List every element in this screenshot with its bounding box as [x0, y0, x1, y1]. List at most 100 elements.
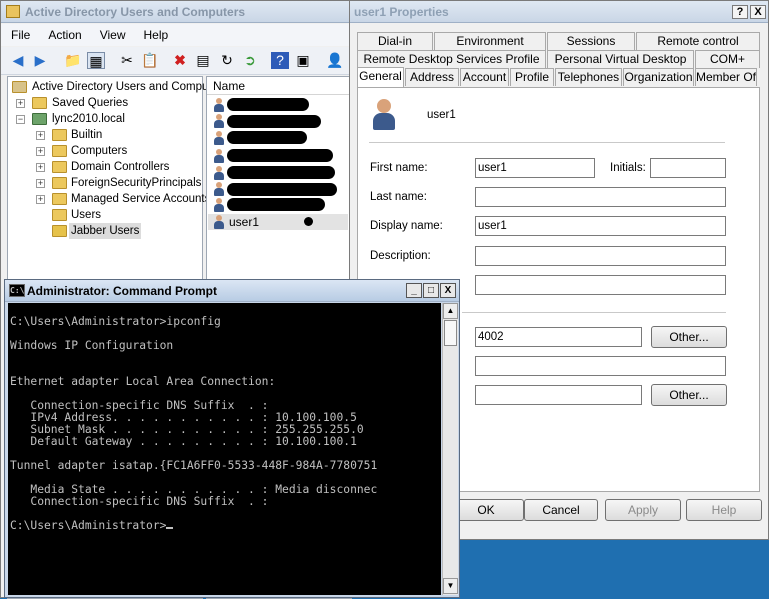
- properties-title: user1 Properties: [354, 5, 449, 19]
- refresh-icon[interactable]: ↻: [218, 52, 236, 69]
- new-user-icon[interactable]: 👤: [326, 52, 344, 69]
- scroll-up-icon[interactable]: ▲: [443, 303, 458, 319]
- cut-icon[interactable]: ✂: [118, 52, 136, 69]
- column-header-name[interactable]: Name: [207, 77, 351, 95]
- separator: [369, 142, 725, 143]
- email-field[interactable]: [475, 356, 726, 376]
- initials-label: Initials:: [610, 162, 646, 174]
- menubar: File Action View Help: [1, 24, 350, 46]
- tab-dial-in[interactable]: Dial-in: [357, 32, 433, 50]
- help-button[interactable]: ?: [732, 5, 748, 19]
- cmd-titlebar[interactable]: C:\ Administrator: Command Prompt _ □ X: [5, 280, 459, 302]
- console-output[interactable]: C:\Users\Administrator>ipconfig Windows …: [8, 303, 441, 595]
- tree-item-label: Builtin: [71, 129, 103, 141]
- copy-icon[interactable]: 📋: [141, 52, 159, 69]
- last-name-field[interactable]: [475, 187, 726, 207]
- display-name-label: Display name:: [370, 220, 443, 232]
- expand-icon[interactable]: +: [16, 99, 25, 108]
- toolbar: ◀ ▶ 📁 ▦ ✂ 📋 ✖ ▤ ↻ ➲ ? ▣ 👤: [1, 47, 350, 75]
- office-field[interactable]: [475, 275, 726, 295]
- webpage-other-button[interactable]: Other...: [651, 384, 727, 406]
- telephone-field[interactable]: 4002: [475, 327, 642, 347]
- tree-item-label: Jabber Users: [69, 223, 142, 239]
- folder-icon: [52, 129, 67, 141]
- tab-environment[interactable]: Environment: [434, 32, 546, 50]
- forward-arrow-icon[interactable]: ▶: [31, 52, 49, 69]
- expand-icon[interactable]: +: [36, 131, 45, 140]
- expand-icon[interactable]: +: [36, 195, 45, 204]
- minimize-icon[interactable]: _: [406, 283, 422, 298]
- domain-icon: [32, 113, 47, 125]
- scroll-down-icon[interactable]: ▼: [443, 578, 458, 594]
- properties-icon[interactable]: ▤: [194, 52, 212, 69]
- aduc-titlebar[interactable]: Active Directory Users and Computers: [1, 1, 350, 23]
- show-tree-icon[interactable]: ▦: [87, 52, 105, 69]
- tab-rds-profile[interactable]: Remote Desktop Services Profile: [357, 50, 546, 68]
- webpage-field[interactable]: [475, 385, 642, 405]
- tab-member-of[interactable]: Member Of: [695, 68, 757, 86]
- tab-personal-virtual-desktop[interactable]: Personal Virtual Desktop: [547, 50, 694, 68]
- redaction-bar: [227, 166, 335, 179]
- description-field[interactable]: [475, 246, 726, 266]
- tab-com-plus[interactable]: COM+: [695, 50, 760, 68]
- user-icon: [213, 166, 224, 180]
- separator: [462, 312, 726, 313]
- tree-root-label: Active Directory Users and Comput: [32, 81, 212, 93]
- apply-button[interactable]: Apply: [605, 499, 681, 521]
- console-icon[interactable]: ▣: [294, 52, 312, 69]
- redaction-bar: [227, 131, 307, 144]
- maximize-icon[interactable]: □: [423, 283, 439, 298]
- tab-telephones[interactable]: Telephones: [555, 68, 622, 86]
- back-arrow-icon[interactable]: ◀: [9, 52, 27, 69]
- close-button[interactable]: X: [750, 5, 766, 19]
- cancel-button[interactable]: Cancel: [524, 499, 598, 521]
- tab-organization[interactable]: Organization: [623, 68, 694, 86]
- user-icon: [213, 149, 224, 163]
- first-name-field[interactable]: user1: [475, 158, 595, 178]
- tree-item-label: lync2010.local: [52, 113, 125, 125]
- initials-field[interactable]: [650, 158, 726, 178]
- cursor-marker-icon: [304, 217, 313, 226]
- up-folder-icon[interactable]: 📁: [64, 52, 82, 69]
- menu-file[interactable]: File: [1, 24, 38, 42]
- aduc-root-icon: [12, 81, 27, 93]
- properties-titlebar[interactable]: user1 Properties ? X: [350, 1, 768, 23]
- expand-icon[interactable]: +: [36, 163, 45, 172]
- tab-remote-control[interactable]: Remote control: [636, 32, 760, 50]
- redaction-bar: [227, 149, 333, 162]
- console-line: Default Gateway . . . . . . . . . : 10.1…: [10, 435, 357, 448]
- menu-help[interactable]: Help: [134, 24, 177, 42]
- scroll-thumb[interactable]: [444, 320, 457, 346]
- export-list-icon[interactable]: ➲: [241, 52, 259, 69]
- redaction-bar: [227, 198, 325, 211]
- help-icon[interactable]: ?: [271, 52, 289, 69]
- help-dialog-button[interactable]: Help: [686, 499, 762, 521]
- display-name-field[interactable]: user1: [475, 216, 726, 236]
- expand-icon[interactable]: +: [36, 179, 45, 188]
- menu-action[interactable]: Action: [38, 24, 89, 42]
- expand-icon[interactable]: +: [36, 147, 45, 156]
- console-line: C:\Users\Administrator>ipconfig: [10, 315, 221, 328]
- aduc-title: Active Directory Users and Computers: [25, 5, 246, 19]
- tab-profile[interactable]: Profile: [510, 68, 554, 86]
- aduc-app-icon: [6, 5, 20, 18]
- collapse-icon[interactable]: −: [16, 115, 25, 124]
- list-item-selected[interactable]: user1: [208, 214, 348, 230]
- menu-view[interactable]: View: [90, 24, 134, 42]
- tree-item-label: ForeignSecurityPrincipals: [71, 177, 202, 189]
- folder-icon: [52, 193, 67, 205]
- tab-account[interactable]: Account: [460, 68, 509, 86]
- tab-sessions[interactable]: Sessions: [547, 32, 635, 50]
- telephone-other-button[interactable]: Other...: [651, 326, 727, 348]
- user-icon: [213, 182, 224, 196]
- tree-item-label: Users: [71, 209, 102, 221]
- tab-address[interactable]: Address: [405, 68, 459, 86]
- user-display-label: user1: [427, 109, 456, 121]
- console-scrollbar[interactable]: ▲ ▼: [442, 303, 458, 595]
- redaction-bar: [227, 115, 321, 128]
- delete-icon[interactable]: ✖: [171, 52, 189, 69]
- close-icon[interactable]: X: [440, 283, 456, 298]
- folder-icon: [32, 97, 47, 109]
- tab-general[interactable]: General: [357, 67, 404, 87]
- user-icon: [213, 98, 224, 112]
